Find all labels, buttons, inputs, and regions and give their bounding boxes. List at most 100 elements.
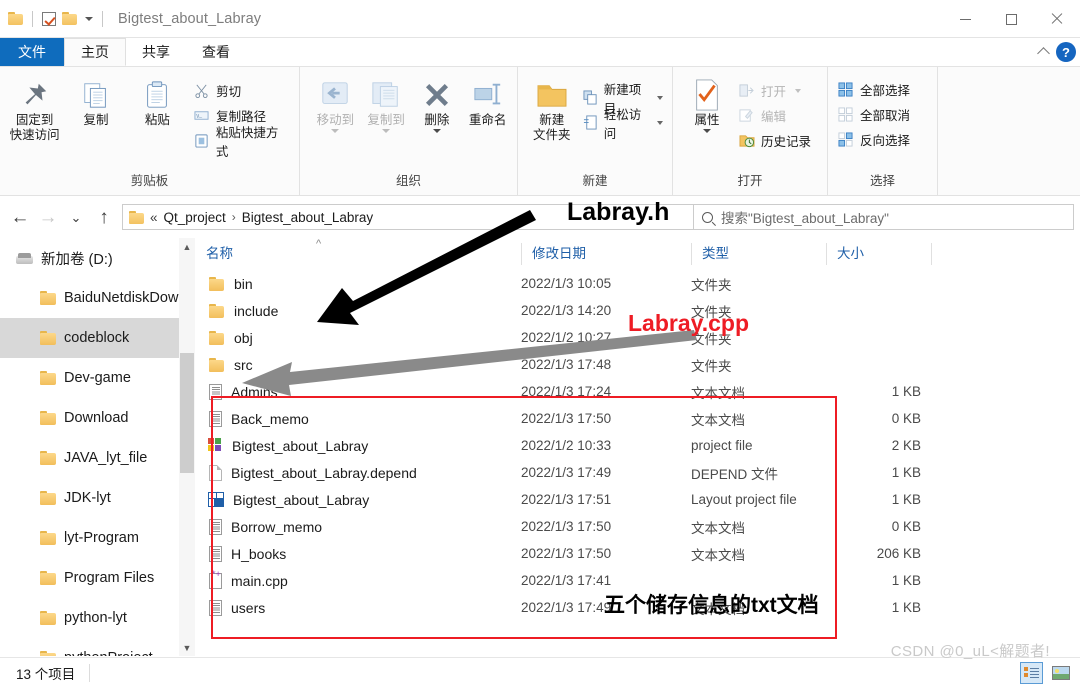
search-input[interactable]: 搜索"Bigtest_about_Labray" — [694, 204, 1074, 230]
file-name-cell[interactable]: Bigtest_about_Labray.depend — [196, 464, 521, 481]
file-name-cell[interactable]: H_books — [196, 545, 521, 562]
window-controls[interactable] — [942, 0, 1080, 38]
paste-shortcut-label: 粘贴快捷方式 — [215, 125, 279, 159]
navigation-pane[interactable]: 新加卷 (D:) BaiduNetdiskDownload codeblock … — [0, 238, 196, 656]
table-row[interactable]: include 2022/1/3 14:20 文件夹 — [196, 297, 1080, 324]
table-row[interactable]: src 2022/1/3 17:48 文件夹 — [196, 351, 1080, 378]
ribbon-tab-bar[interactable]: 文件 主页 共享 查看 ? — [0, 38, 1080, 66]
recent-locations-button[interactable]: ⌄ — [62, 202, 90, 232]
scroll-up-chevron-up-icon[interactable]: ▲ — [179, 238, 195, 255]
tab-share[interactable]: 共享 — [126, 38, 186, 66]
file-type-cell: DEPEND 文件 — [691, 466, 779, 482]
file-name-cell[interactable]: main.cpp — [196, 569, 521, 589]
delete-button[interactable]: 删除 — [412, 71, 463, 133]
paste-shortcut-button[interactable]: 粘贴快捷方式 — [188, 126, 295, 159]
nav-item-lyt-program[interactable]: lyt-Program — [0, 518, 195, 558]
table-row[interactable]: Bigtest_about_Labray 2022/1/3 17:51 Layo… — [196, 486, 1080, 513]
nav-item-drive-d[interactable]: 新加卷 (D:) — [0, 238, 195, 278]
column-header-type[interactable]: 类型 — [691, 243, 826, 265]
select-all-button[interactable]: 全部选择 — [832, 77, 915, 102]
scrollbar-thumb[interactable] — [180, 353, 194, 473]
move-to-button[interactable]: 移动到 — [310, 71, 361, 133]
copy-label: 复制 — [83, 113, 109, 127]
checkbox-icon[interactable] — [42, 11, 56, 26]
quick-access-toolbar[interactable] — [0, 10, 106, 27]
large-icons-view-button[interactable] — [1049, 662, 1072, 684]
file-name-cell[interactable]: Bigtest_about_Labray — [196, 492, 521, 508]
file-name-cell[interactable]: Admins — [196, 383, 521, 400]
address-overflow[interactable]: « — [150, 210, 158, 225]
column-headers[interactable]: 名称 ^ 修改日期 类型 大小 — [196, 238, 1080, 270]
chevron-down-icon[interactable] — [85, 16, 93, 21]
up-button[interactable]: ↑ — [90, 202, 118, 232]
back-button[interactable]: ← — [6, 202, 34, 232]
file-name-cell[interactable]: Back_memo — [196, 410, 521, 427]
folder-icon[interactable] — [62, 12, 77, 25]
properties-button[interactable]: 属性 — [681, 71, 733, 133]
copy-button[interactable]: 复制 — [65, 71, 126, 128]
rename-button[interactable]: 重命名 — [462, 71, 513, 128]
table-row[interactable]: Bigtest_about_Labray.depend 2022/1/3 17:… — [196, 459, 1080, 486]
open-button[interactable]: 打开 — [733, 78, 816, 103]
help-button[interactable]: ? — [1056, 42, 1076, 62]
breadcrumb-separator[interactable]: › — [232, 210, 236, 224]
easy-access-button[interactable]: 轻松访问 — [578, 108, 668, 141]
copy-to-button[interactable]: 复制到 — [361, 71, 412, 133]
file-name-cell[interactable]: src — [196, 357, 521, 373]
nav-item-python-lyt[interactable]: python-lyt — [0, 598, 195, 638]
close-button[interactable] — [1034, 0, 1080, 38]
invert-selection-button[interactable]: 反向选择 — [832, 127, 915, 152]
file-type-cell: 文件夹 — [691, 277, 732, 293]
nav-item-baidunetdiskdownload[interactable]: BaiduNetdiskDownload — [0, 278, 195, 318]
folder-icon — [40, 451, 56, 465]
address-input[interactable]: « Qt_project › Bigtest_about_Labray — [122, 204, 694, 230]
table-row[interactable]: bin 2022/1/3 10:05 文件夹 — [196, 270, 1080, 297]
table-row[interactable]: Borrow_memo 2022/1/3 17:50 文本文档 0 KB — [196, 513, 1080, 540]
edit-button[interactable]: 编辑 — [733, 103, 816, 128]
file-name-cell[interactable]: Borrow_memo — [196, 518, 521, 535]
nav-pane-scrollbar[interactable]: ▲ ▼ — [179, 238, 195, 656]
paste-button[interactable]: 粘贴 — [127, 71, 188, 128]
nav-item-jdk-lyt[interactable]: JDK-lyt — [0, 478, 195, 518]
select-none-label: 全部取消 — [860, 109, 911, 123]
breadcrumb-bigtest-about-labray[interactable]: Bigtest_about_Labray — [242, 210, 373, 225]
new-folder-button[interactable]: 新建 文件夹 — [526, 71, 578, 143]
maximize-button[interactable] — [988, 0, 1034, 38]
file-name-cell[interactable]: bin — [196, 276, 521, 292]
file-name-cell[interactable]: users — [196, 599, 521, 616]
minimize-button[interactable] — [942, 0, 988, 38]
tab-file[interactable]: 文件 — [0, 38, 64, 66]
file-name-cell[interactable]: obj — [196, 330, 521, 346]
nav-item-download[interactable]: Download — [0, 398, 195, 438]
tab-home[interactable]: 主页 — [64, 38, 126, 66]
collapse-ribbon-chevron-up-icon[interactable] — [1037, 47, 1050, 60]
table-row[interactable]: Bigtest_about_Labray 2022/1/2 10:33 proj… — [196, 432, 1080, 459]
view-toggle-group[interactable] — [1020, 662, 1072, 684]
table-row[interactable]: users 2022/1/3 17:49 文本文档 1 KB — [196, 594, 1080, 621]
select-none-button[interactable]: 全部取消 — [832, 102, 915, 127]
table-row[interactable]: obj 2022/1/2 10:27 文件夹 — [196, 324, 1080, 351]
nav-item-java-lyt-file[interactable]: JAVA_lyt_file — [0, 438, 195, 478]
cut-button[interactable]: 剪切 — [188, 78, 295, 103]
nav-item-program-files[interactable]: Program Files — [0, 558, 195, 598]
file-name-cell[interactable]: include — [196, 303, 521, 319]
table-row[interactable]: Back_memo 2022/1/3 17:50 文本文档 0 KB — [196, 405, 1080, 432]
details-view-button[interactable] — [1020, 662, 1043, 684]
file-name-cell[interactable]: Bigtest_about_Labray — [196, 438, 521, 454]
nav-item-dev-game[interactable]: Dev-game — [0, 358, 195, 398]
pin-to-quick-access-button[interactable]: 固定到 快速访问 — [4, 71, 65, 143]
table-row[interactable]: H_books 2022/1/3 17:50 文本文档 206 KB — [196, 540, 1080, 567]
history-button[interactable]: 历史记录 — [733, 128, 816, 153]
forward-button[interactable]: → — [34, 202, 62, 232]
nav-item-pythonproject[interactable]: pythonProject — [0, 638, 195, 656]
column-header-size[interactable]: 大小 — [826, 243, 931, 265]
column-header-name[interactable]: 名称 ^ — [196, 238, 521, 265]
scroll-down-chevron-down-icon[interactable]: ▼ — [179, 639, 195, 656]
chevron-down-icon — [382, 129, 391, 133]
column-header-date[interactable]: 修改日期 — [521, 243, 691, 265]
nav-item-codeblock[interactable]: codeblock — [0, 318, 195, 358]
tab-view[interactable]: 查看 — [186, 38, 246, 66]
table-row[interactable]: main.cpp 2022/1/3 17:41 1 KB — [196, 567, 1080, 594]
breadcrumb-qt-project[interactable]: Qt_project — [164, 210, 226, 225]
table-row[interactable]: Admins 2022/1/3 17:24 文本文档 1 KB — [196, 378, 1080, 405]
